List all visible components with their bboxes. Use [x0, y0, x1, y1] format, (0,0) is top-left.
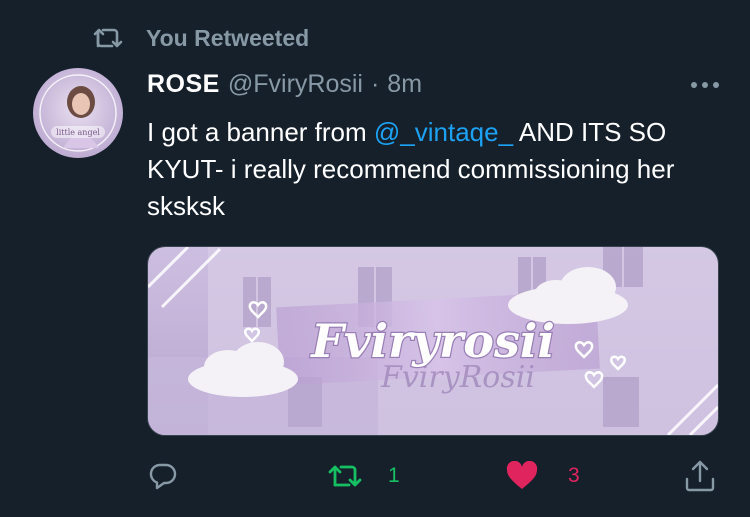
retweet-icon — [92, 22, 124, 54]
display-name[interactable]: ROSE — [147, 70, 220, 99]
retweet-context: You Retweeted — [92, 22, 309, 54]
tweet-text-before: I got a banner from — [147, 117, 374, 147]
banner-title: Fviryrosii — [309, 314, 555, 368]
heart-icon — [506, 461, 538, 491]
reply-icon — [148, 461, 178, 491]
retweet-icon — [328, 461, 362, 491]
timestamp[interactable]: 8m — [387, 70, 422, 99]
retweet-count: 1 — [388, 464, 400, 487]
avatar[interactable]: little angel — [33, 68, 123, 158]
tweet-actions: 1 3 — [0, 454, 750, 498]
tweet-header: ROSE @FviryRosii · 8m — [147, 70, 422, 99]
tweet[interactable]: You Retweeted little angel ROSE @FviryRo… — [0, 0, 750, 517]
like-count: 3 — [568, 464, 580, 487]
retweet-context-label: You Retweeted — [146, 24, 310, 51]
tweet-text: I got a banner from @_vintaqe_ AND ITS S… — [147, 114, 727, 225]
mention-link[interactable]: @_vintaqe_ — [374, 117, 513, 147]
separator: · — [370, 70, 380, 98]
reply-button[interactable] — [148, 454, 178, 498]
retweet-button[interactable]: 1 — [328, 454, 400, 498]
svg-text:little angel: little angel — [56, 128, 100, 137]
share-icon — [684, 459, 716, 493]
author-handle[interactable]: @FviryRosii — [228, 70, 363, 99]
tweet-media-image[interactable]: FviryRosii Fviryrosii — [147, 246, 719, 436]
more-options-icon[interactable] — [690, 78, 720, 92]
like-button[interactable]: 3 — [506, 454, 580, 498]
share-button[interactable] — [684, 454, 716, 498]
